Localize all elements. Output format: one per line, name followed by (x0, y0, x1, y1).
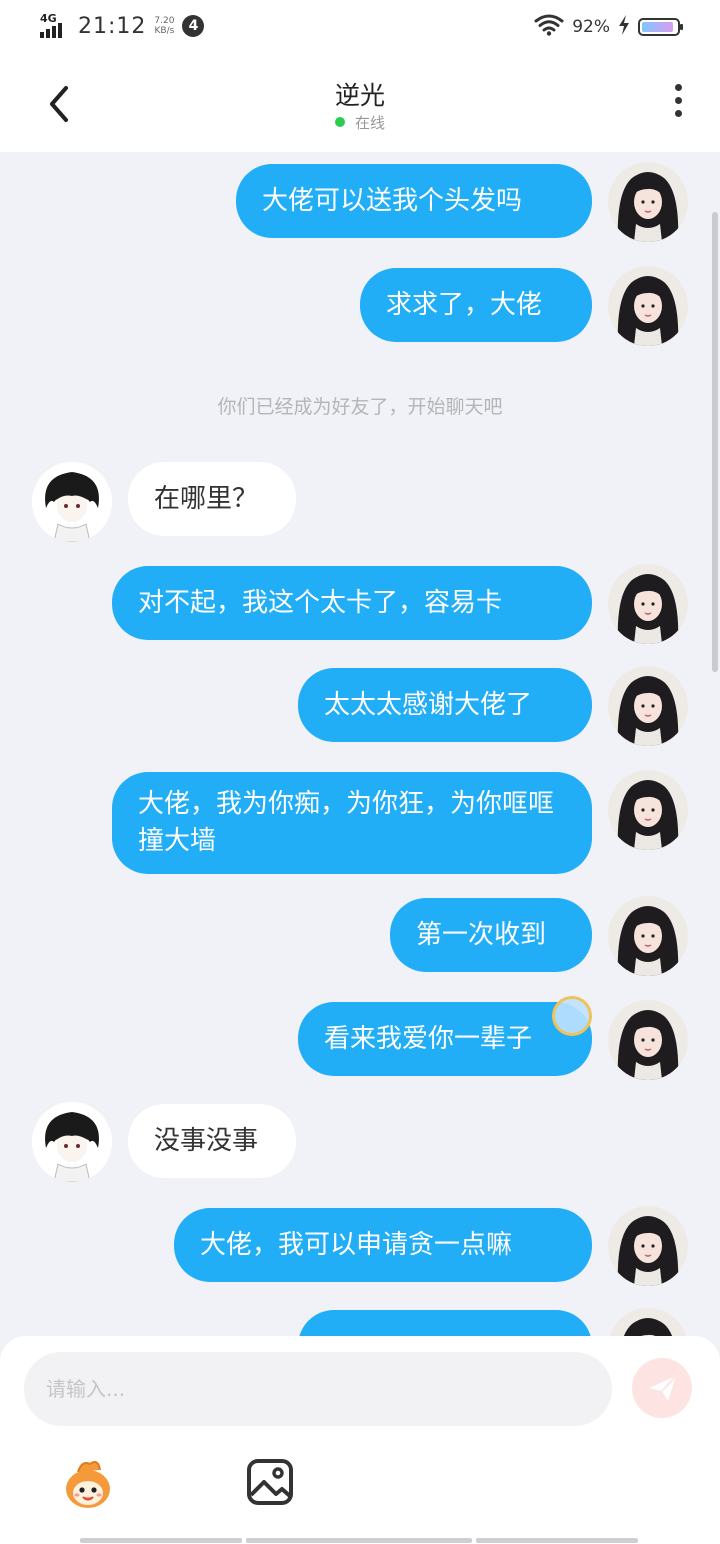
my-avatar[interactable] (608, 162, 688, 242)
input-bar (0, 1336, 720, 1544)
message-list[interactable]: 大佬可以送我个头发吗 求求了，大佬 你们已经成为好友了，开始聊天吧 在哪里？ 对… (0, 152, 720, 1336)
status-time: 21:12 (78, 13, 147, 39)
portrait-icon (32, 462, 112, 542)
outgoing-message-bubble[interactable]: 大佬，我为你痴，为你狂，为你哐哐撞大墙 (112, 772, 592, 874)
portrait-icon (608, 666, 688, 746)
touch-indicator (552, 996, 592, 1036)
image-icon (247, 1459, 293, 1505)
my-avatar[interactable] (608, 770, 688, 850)
online-status: 在线 (0, 112, 720, 133)
outgoing-message-bubble[interactable]: 看来我爱你一辈子 (298, 1002, 592, 1076)
system-message: 你们已经成为好友了，开始聊天吧 (217, 396, 503, 418)
more-options-button[interactable] (670, 84, 686, 124)
my-avatar[interactable] (608, 266, 688, 346)
online-indicator-dot (334, 116, 345, 127)
portrait-icon (608, 770, 688, 850)
send-icon (649, 1375, 677, 1401)
portrait-icon (608, 564, 688, 644)
online-status-text: 在线 (354, 114, 385, 132)
my-avatar[interactable] (608, 564, 688, 644)
incoming-message-bubble[interactable]: 没事没事 (128, 1104, 296, 1178)
my-avatar[interactable] (608, 666, 688, 746)
charging-icon (618, 15, 630, 39)
scrollbar[interactable] (712, 212, 718, 672)
my-avatar[interactable] (608, 1308, 688, 1336)
portrait-icon (608, 162, 688, 242)
battery-icon (638, 18, 683, 36)
chat-header: 逆光 在线 (0, 56, 720, 152)
outgoing-message-bubble[interactable]: 大佬，我可以申请贪一点嘛 (174, 1208, 592, 1282)
outgoing-message-bubble[interactable]: 太太太感谢大佬了 (298, 668, 592, 742)
notification-badge: 4 (182, 15, 205, 37)
outgoing-message-bubble[interactable]: 大佬可以送我个头发吗 (236, 164, 592, 238)
outgoing-message-bubble[interactable]: 对不起，我这个太卡了，容易卡 (112, 566, 592, 640)
network-speed-unit: KB/s (154, 26, 175, 36)
battery-percent: 92% (572, 17, 610, 37)
image-button[interactable] (244, 1456, 296, 1508)
my-avatar[interactable] (608, 1206, 688, 1286)
emoji-button[interactable] (60, 1456, 116, 1512)
wifi-icon (534, 14, 564, 40)
portrait-icon (608, 896, 688, 976)
bottom-indicator (80, 1538, 640, 1544)
portrait-icon (608, 1206, 688, 1286)
incoming-message-bubble[interactable]: 在哪里？ (128, 462, 296, 536)
outgoing-message-bubble[interactable]: 求求了，大佬 (360, 268, 592, 342)
my-avatar[interactable] (608, 896, 688, 976)
emoji-mascot-icon (66, 1461, 110, 1508)
portrait-icon (608, 266, 688, 346)
more-vertical-icon (670, 84, 686, 117)
friend-avatar[interactable] (32, 462, 112, 542)
outgoing-message-bubble[interactable]: 第一次收到 (390, 898, 592, 972)
portrait-icon (32, 1102, 112, 1182)
message-input[interactable] (24, 1352, 612, 1426)
send-button[interactable] (632, 1358, 692, 1418)
battery-level-fill (642, 22, 673, 32)
network-speed: 7.20 KB/s (154, 16, 174, 36)
status-bar: 4G 21:12 7.20 KB/s 4 92% (0, 0, 720, 56)
my-avatar[interactable] (608, 1000, 688, 1080)
friend-avatar[interactable] (32, 1102, 112, 1182)
portrait-icon (608, 1308, 688, 1336)
chat-title: 逆光 (334, 81, 385, 110)
network-speed-value: 7.20 (154, 16, 175, 26)
outgoing-message-bubble[interactable] (298, 1310, 592, 1336)
portrait-icon (608, 1000, 688, 1080)
signal-icon: 4G (40, 12, 70, 40)
